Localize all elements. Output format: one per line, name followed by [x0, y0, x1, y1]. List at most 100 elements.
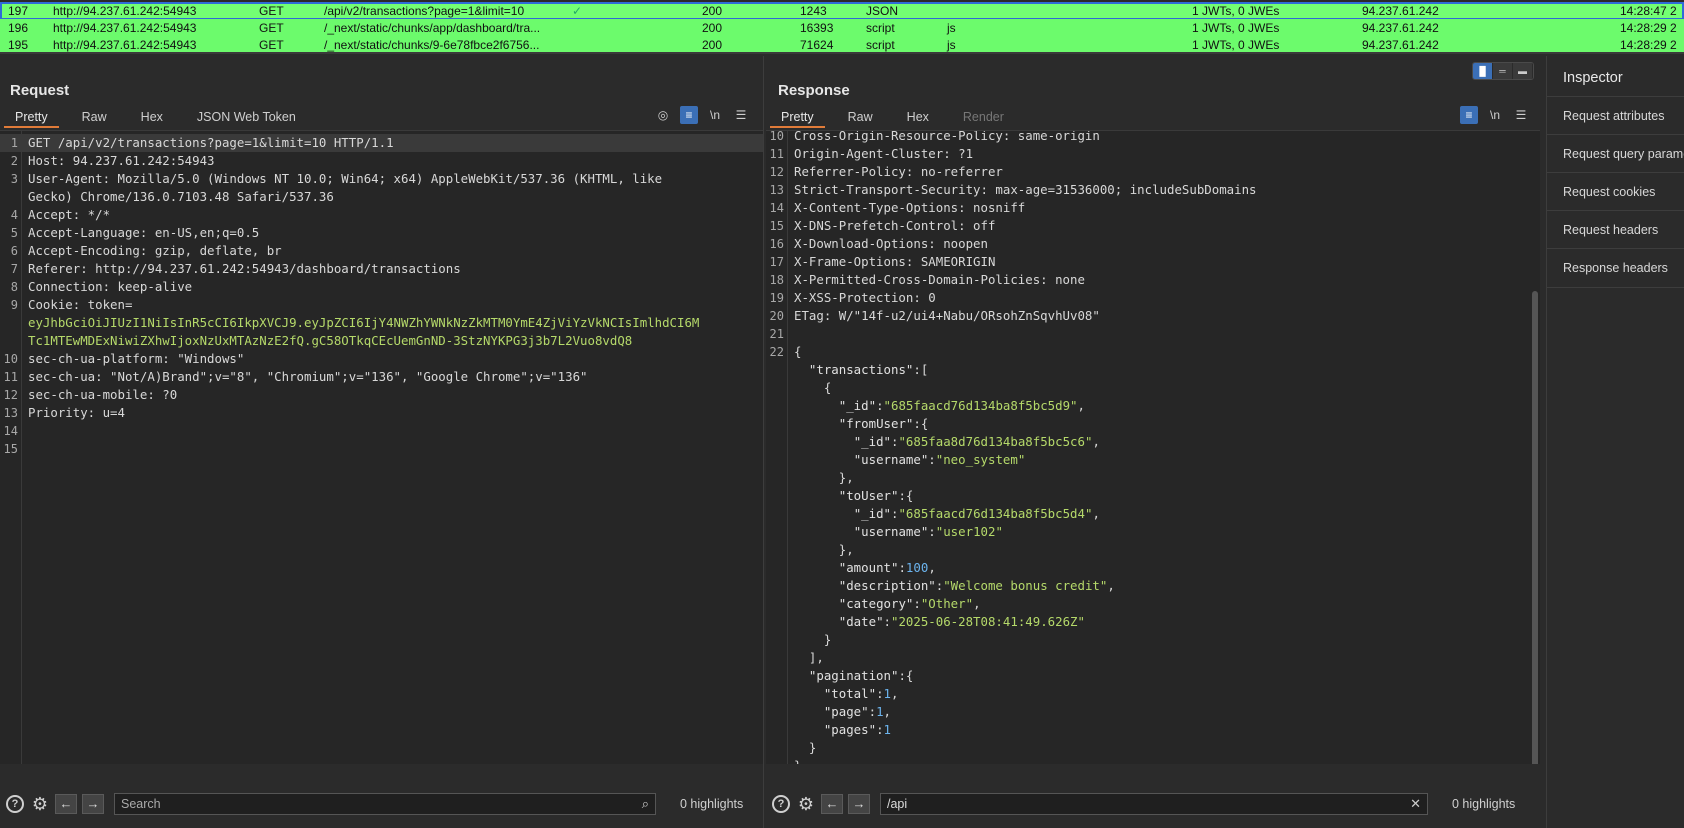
gear-icon[interactable]: ⚙ — [796, 794, 816, 814]
line-number: 14 — [3, 424, 18, 438]
tab-json-web-token[interactable]: JSON Web Token — [186, 106, 307, 128]
tab-raw[interactable]: Raw — [71, 106, 118, 128]
request-search-bar: ? ⚙ ← → ⌕ 0 highlights — [0, 786, 763, 822]
response-editor[interactable]: 10 Cross-Origin-Resource-Policy: same-ori… — [766, 130, 1540, 764]
line-text: ], — [794, 650, 824, 665]
line-number: 12 — [3, 388, 18, 402]
request-editor[interactable]: 1 GET /api/v2/transactions?page=1&limit=1… — [0, 130, 763, 764]
editor-line: Tc1MTEwMDExNiwiZXhwIjoxNzUxMTAzNzE2fQ.gC… — [0, 332, 763, 350]
gear-icon[interactable]: ⚙ — [30, 794, 50, 814]
line-text: "date":"2025-06-28T08:41:49.626Z" — [838, 614, 1085, 629]
line-text: "username":"user102" — [853, 524, 1003, 539]
tab-raw[interactable]: Raw — [837, 106, 884, 128]
tab-hex[interactable]: Hex — [130, 106, 174, 128]
inspector-request-query-parameters[interactable]: Request query parameters — [1547, 134, 1684, 172]
request-highlights-count: 0 highlights — [680, 797, 744, 811]
split-vertical-icon[interactable]: ═ — [1493, 63, 1513, 79]
history-cell-check: ✓ — [572, 4, 583, 18]
history-cell-num: 196 — [8, 21, 29, 35]
line-number: 11 — [3, 370, 18, 384]
line-text: }, — [794, 542, 854, 557]
line-number: 9 — [10, 298, 18, 312]
inspector-response-headers[interactable]: Response headers — [1547, 248, 1684, 288]
history-cell-mime: script — [866, 38, 895, 52]
line-number: 4 — [10, 208, 18, 222]
line-text: X-Download-Options: noopen — [794, 236, 988, 251]
menu-icon[interactable]: ☰ — [732, 106, 750, 124]
history-cell-length: 1243 — [800, 4, 827, 18]
line-text: } — [794, 632, 832, 647]
history-cell-time: 14:28:29 2 — [1620, 38, 1677, 52]
editor-line: 10 sec-ch-ua-platform: "Windows" — [0, 350, 763, 368]
line-number: 10 — [3, 352, 18, 366]
tab-pretty[interactable]: Pretty — [4, 106, 59, 128]
editor-line: "_id":"685faacd76d134ba8f5bc5d4", — [766, 505, 1540, 523]
inspector-request-attributes[interactable]: Request attributes — [1547, 96, 1684, 134]
newline-toggle-icon[interactable]: \n — [706, 106, 724, 124]
history-cell-ext: js — [947, 38, 956, 52]
help-circle-icon[interactable]: ? — [6, 795, 24, 813]
editor-line: "username":"user102" — [766, 523, 1540, 541]
editor-line: 18 X-Permitted-Cross-Domain-Policies: non… — [766, 271, 1540, 289]
line-text: "total":1, — [823, 686, 899, 701]
arrow-left-icon[interactable]: ← — [821, 794, 843, 814]
split-horizontal-icon[interactable]: ▐▌ — [1473, 63, 1493, 79]
wrap-lines-icon[interactable]: ≡ — [680, 106, 698, 124]
line-text: { — [794, 380, 832, 395]
editor-line: 13 Strict-Transport-Security: max-age=315… — [766, 181, 1540, 199]
arrow-left-icon[interactable]: ← — [55, 794, 77, 814]
line-text: Accept: */* — [28, 207, 111, 222]
history-row[interactable]: 196 http://94.237.61.242:54943 GET /_next/s… — [0, 19, 1684, 37]
editor-line: 14 — [0, 422, 763, 440]
tab-pretty[interactable]: Pretty — [770, 106, 825, 128]
history-cell-num: 195 — [8, 38, 29, 52]
line-text: "category":"Other", — [838, 596, 981, 611]
request-tabs: Pretty Raw Hex JSON Web Token — [4, 106, 319, 128]
line-text: "page":1, — [823, 704, 892, 719]
tab-hex[interactable]: Hex — [896, 106, 940, 128]
help-circle-icon[interactable]: ? — [772, 795, 790, 813]
line-number: 10 — [769, 130, 784, 143]
line-text: X-Content-Type-Options: nosniff — [794, 200, 1026, 215]
editor-line: "pagination":{ — [766, 667, 1540, 685]
history-cell-jwt: 1 JWTs, 0 JWEs — [1192, 4, 1280, 18]
request-title: Request — [10, 82, 70, 99]
response-search-input[interactable] — [881, 794, 1427, 814]
inspector-request-headers[interactable]: Request headers — [1547, 210, 1684, 248]
editor-line: 4 Accept: */* — [0, 206, 763, 224]
history-row[interactable]: 197 http://94.237.61.242:54943 GET/api/v2/… — [0, 2, 1684, 20]
clear-icon[interactable]: ✕ — [1410, 796, 1421, 812]
arrow-right-icon[interactable]: → — [82, 794, 104, 814]
editor-line: 15 — [0, 440, 763, 458]
line-text: Accept-Language: en-US,en;q=0.5 — [28, 225, 260, 240]
tab-render[interactable]: Render — [952, 106, 1015, 128]
editor-line: ], — [766, 649, 1540, 667]
line-number: 5 — [10, 226, 18, 240]
arrow-right-icon[interactable]: → — [848, 794, 870, 814]
line-text: Origin-Agent-Cluster: ?1 — [794, 146, 974, 161]
line-number: 14 — [769, 201, 784, 215]
request-toolbar: ◎ ≡ \n ☰ — [654, 106, 750, 124]
inspector-title: Inspector — [1563, 70, 1623, 86]
line-text: Host: 94.237.61.242:54943 — [28, 153, 215, 168]
search-icon[interactable]: ⌕ — [642, 796, 649, 812]
editor-line: 11 sec-ch-ua: "Not/A)Brand";v="8", "Chrom… — [0, 368, 763, 386]
history-cell-ip: 94.237.61.242 — [1362, 21, 1439, 35]
history-cell-host: http://94.237.61.242:54943 — [53, 38, 197, 52]
wrap-lines-icon[interactable]: ≡ — [1460, 106, 1478, 124]
newline-toggle-icon[interactable]: \n — [1486, 106, 1504, 124]
scrollbar[interactable] — [1532, 291, 1538, 764]
request-search-input[interactable] — [115, 794, 655, 814]
eye-off-icon[interactable]: ◎ — [654, 106, 672, 124]
history-row[interactable]: 195 http://94.237.61.242:54943 GET /_next/s… — [0, 36, 1684, 52]
editor-line: "_id":"685faacd76d134ba8f5bc5d9", — [766, 397, 1540, 415]
history-cell-status: 200 — [702, 4, 723, 18]
single-pane-icon[interactable]: ▬ — [1513, 63, 1533, 79]
history-cell-host: http://94.237.61.242:54943 — [53, 4, 197, 18]
inspector-request-cookies[interactable]: Request cookies — [1547, 172, 1684, 210]
editor-line: 13 Priority: u=4 — [0, 404, 763, 422]
history-cell-status: 200 — [702, 21, 723, 35]
editor-line: "date":"2025-06-28T08:41:49.626Z" — [766, 613, 1540, 631]
menu-icon[interactable]: ☰ — [1512, 106, 1530, 124]
line-number: 21 — [769, 327, 784, 341]
